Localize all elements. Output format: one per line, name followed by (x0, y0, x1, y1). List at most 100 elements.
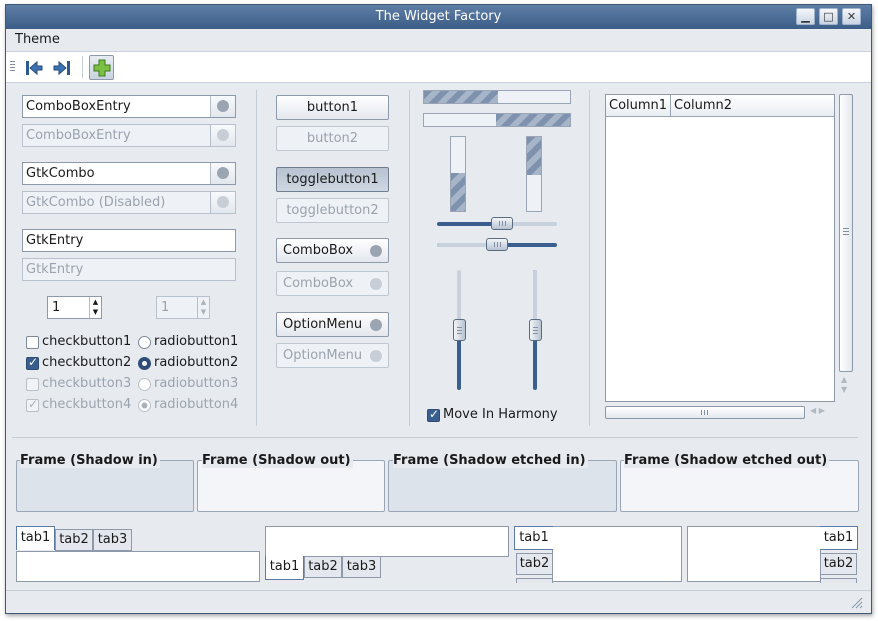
chevron-down-icon (370, 350, 382, 362)
optionmenu-label: OptionMenu (283, 317, 363, 332)
checkbutton4-label: checkbutton4 (42, 397, 132, 412)
spin-button-arrows[interactable]: ▲ ▼ (89, 297, 101, 318)
notebook-top-tab2[interactable]: tab2 (55, 529, 93, 551)
column-separator-2 (409, 90, 410, 426)
radiobutton1-circle[interactable] (138, 336, 151, 349)
checkbutton2-box[interactable] (26, 355, 39, 370)
vscale-2-slider[interactable] (529, 319, 542, 341)
hscrollbar-grip (701, 410, 709, 415)
notebook-left-tab3-clipped[interactable] (516, 578, 553, 583)
hscale-1-slider[interactable] (491, 217, 513, 230)
checkbutton1-box[interactable] (26, 336, 39, 349)
checkbutton1-label[interactable]: checkbutton1 (42, 334, 131, 349)
notebook-right-tab3-clipped[interactable] (820, 578, 857, 583)
vscale-1-slider[interactable] (453, 319, 466, 341)
spin-button-disabled-arrows: ▲ ▼ (197, 297, 209, 318)
vscrollbar-grip (843, 228, 849, 235)
gtk-combo-disabled-text: GtkCombo (Disabled) (26, 195, 166, 210)
gtk-combo-dropdown[interactable] (210, 163, 235, 184)
vscale-2-empty (533, 270, 537, 325)
frame-shadow-etched-in-title: Frame (Shadow etched in) (393, 453, 588, 468)
move-in-harmony-checkbox[interactable] (427, 407, 440, 422)
progress-bar-h1 (423, 90, 571, 104)
go-forward-icon[interactable] (52, 59, 72, 77)
minimize-button[interactable]: ▁ (796, 8, 815, 25)
frame-shadow-in-title: Frame (Shadow in) (20, 453, 160, 468)
column1-header[interactable]: Column1 (606, 95, 671, 117)
radiobutton3-label: radiobutton3 (154, 376, 239, 391)
horizontal-separator (12, 437, 858, 438)
chevron-down-icon (217, 100, 229, 112)
progress-bar-h1-fill (424, 91, 498, 103)
main-window: The Widget Factory ▁ □ ✕ Theme ComboBoxE… (5, 4, 872, 614)
menu-theme[interactable]: Theme (15, 32, 60, 47)
maximize-button[interactable]: □ (819, 8, 838, 25)
notebook-right-tab1[interactable]: tab1 (820, 526, 858, 550)
notebook-bottom-tab2[interactable]: tab2 (304, 556, 342, 578)
notebook-top-panel (16, 551, 260, 582)
notebook-left-tab1[interactable]: tab1 (514, 526, 553, 550)
statusbar-separator (6, 590, 871, 591)
vscale-2-grip (533, 327, 538, 334)
toolbar (6, 51, 871, 83)
gtk-combo[interactable]: GtkCombo (22, 162, 236, 185)
notebook-top-tab1[interactable]: tab1 (16, 526, 55, 550)
checkbutton4-box (26, 397, 39, 412)
gtk-combo-disabled-dropdown (210, 192, 235, 213)
move-in-harmony-label[interactable]: Move In Harmony (443, 407, 558, 422)
add-button[interactable] (89, 55, 114, 80)
notebook-top-tab3[interactable]: tab3 (93, 529, 132, 551)
radiobutton2-circle[interactable] (138, 357, 151, 370)
combo-box-entry[interactable]: ComboBoxEntry (22, 95, 236, 118)
tree-view[interactable]: Column1 Column2 (605, 94, 835, 402)
gtk-combo-disabled: GtkCombo (Disabled) (22, 191, 236, 214)
togglebutton1[interactable]: togglebutton1 (276, 167, 389, 192)
notebook-bottom-tab1[interactable]: tab1 (265, 556, 304, 580)
checkbutton2-label[interactable]: checkbutton2 (42, 355, 131, 370)
button1[interactable]: button1 (276, 95, 389, 120)
add-icon (93, 59, 111, 77)
gtk-entry-disabled: GtkEntry (22, 258, 236, 281)
progress-bar-h2-fill (496, 114, 570, 126)
frame-shadow-etched-out-title: Frame (Shadow etched out) (624, 453, 830, 468)
tree-view-vscrollbar-thumb[interactable] (839, 94, 853, 372)
notebook-bottom-panel (265, 526, 509, 557)
notebook-bottom-tab3[interactable]: tab3 (342, 556, 381, 578)
spin-button-value: 1 (52, 300, 61, 315)
combobox[interactable]: ComboBox (276, 238, 389, 263)
optionmenu[interactable]: OptionMenu (276, 312, 389, 337)
toolbar-grip[interactable] (10, 61, 15, 73)
hscrollbar-arrows-icon[interactable]: ◀ ▶ (810, 406, 825, 415)
notebook-left-tab2[interactable]: tab2 (516, 553, 553, 575)
tree-view-hscrollbar-thumb[interactable] (605, 406, 805, 419)
resize-grip-icon[interactable] (849, 595, 863, 609)
checkbutton3-box (26, 378, 39, 391)
close-button[interactable]: ✕ (842, 8, 861, 25)
notebook-left-panel (552, 526, 682, 582)
radiobutton1-label[interactable]: radiobutton1 (154, 334, 238, 349)
toolbar-separator (82, 56, 83, 78)
progress-bar-v2-fill (527, 137, 541, 175)
spin-button-disabled: 1 ▲ ▼ (156, 296, 210, 319)
progress-bar-v1 (450, 136, 466, 212)
combo-box-entry-disabled-dropdown (210, 125, 235, 146)
notebook-right-panel (687, 526, 821, 582)
column-separator-3 (589, 90, 590, 426)
column2-header[interactable]: Column2 (671, 95, 834, 117)
gtk-entry[interactable]: GtkEntry (22, 229, 236, 252)
chevron-down-icon (370, 319, 382, 331)
vscrollbar-arrows-icon[interactable]: ▲ ▼ (841, 375, 847, 395)
hscale-2-grip (494, 242, 501, 247)
go-back-icon[interactable] (24, 59, 44, 77)
spin-button-disabled-value: 1 (161, 300, 170, 315)
hscale-2-slider[interactable] (486, 238, 508, 251)
radiobutton2-label[interactable]: radiobutton2 (154, 355, 238, 370)
minimize-icon: ▁ (801, 10, 810, 23)
spin-button[interactable]: 1 ▲ ▼ (47, 296, 102, 319)
gtk-combo-text: GtkCombo (26, 166, 95, 181)
combo-box-entry-dropdown[interactable] (210, 96, 235, 117)
optionmenu-disabled-label: OptionMenu (283, 348, 363, 363)
button2: button2 (276, 126, 389, 151)
notebook-right-tab2[interactable]: tab2 (820, 553, 857, 575)
title-bar[interactable]: The Widget Factory ▁ □ ✕ (6, 5, 871, 29)
